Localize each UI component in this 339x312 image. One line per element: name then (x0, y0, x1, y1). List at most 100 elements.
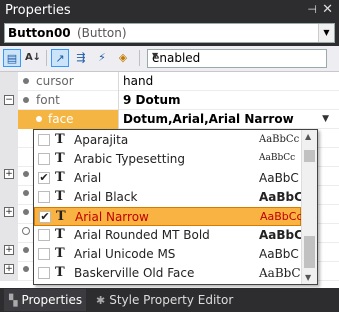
row-gutter (0, 129, 18, 148)
property-dot-icon (23, 97, 29, 103)
expand-icon[interactable]: + (4, 264, 14, 274)
font-sample: AaBbC (259, 190, 303, 204)
style-icon[interactable]: ◈ (114, 49, 132, 67)
checkbox[interactable] (38, 134, 50, 146)
toolbar-separator (46, 50, 47, 66)
font-list-item[interactable]: T Arial Black AaBbC (34, 188, 303, 207)
checkbox[interactable] (38, 267, 50, 279)
truetype-icon: T (55, 189, 65, 204)
checkbox[interactable]: ✔ (39, 211, 51, 223)
chevron-down-icon[interactable]: ▼ (322, 114, 329, 124)
lightning-icon[interactable]: ⚡ (93, 49, 111, 67)
checkbox[interactable] (38, 229, 50, 241)
font-list-item[interactable]: T Baskerville Old Face AaBbC (34, 264, 301, 283)
checkbox[interactable] (38, 248, 50, 260)
object-selector[interactable]: Button00 (Button) ▼ (4, 23, 335, 43)
properties-view-icon[interactable]: ↗ (51, 49, 69, 67)
property-dot-icon (36, 116, 42, 122)
expand-icon[interactable]: + (4, 169, 14, 179)
font-name: Baskerville Old Face (74, 266, 195, 280)
panel-titlebar: Properties ⊣ ✕ (0, 0, 339, 22)
property-marker: + (0, 260, 34, 279)
font-sample: AaBbC (259, 171, 299, 185)
font-name: Aparajita (74, 133, 129, 147)
truetype-icon: T (55, 132, 65, 147)
font-sample: AaBbCc (259, 134, 300, 145)
property-value[interactable]: Dotum,Arial,Arial Narrow (118, 110, 339, 129)
font-sample: AaBbCc (259, 153, 296, 163)
property-name: face (48, 112, 74, 126)
categorized-icon[interactable]: ▤ (3, 49, 21, 67)
vertical-scrollbar[interactable]: ▲ ▼ (301, 130, 317, 284)
expand-icon[interactable]: + (4, 245, 14, 255)
font-sample: AaBbC (259, 228, 303, 242)
property-name: cursor (36, 74, 74, 88)
object-name: Button00 (8, 26, 71, 40)
tab-label: Style Property Editor (109, 293, 234, 307)
property-marker (0, 184, 34, 203)
font-sample: AaBbC (259, 266, 301, 280)
pin-icon[interactable]: ⊣ (307, 3, 317, 16)
collapse-icon[interactable]: − (4, 95, 14, 105)
bottom-tab-strip: ▚ Properties ✱ Style Property Editor (0, 289, 339, 312)
property-dot-icon (23, 266, 29, 272)
property-dot-icon (23, 171, 29, 177)
truetype-icon: T (55, 265, 65, 280)
property-row-face[interactable]: face Dotum,Arial,Arial Narrow ▼ (0, 110, 339, 129)
hidden-property-markers: + + + + (0, 165, 34, 288)
property-dot-icon (23, 209, 29, 215)
scroll-thumb[interactable] (304, 236, 315, 268)
truetype-icon: T (55, 227, 65, 242)
object-type: (Button) (77, 26, 127, 40)
font-list-item[interactable]: T Arial Unicode MS AaBbC (34, 245, 301, 264)
scroll-down-icon[interactable]: ▼ (305, 273, 311, 282)
font-list-item[interactable]: T Arial Rounded MT Bold AaBbC (34, 226, 303, 245)
toolbar-separator (139, 50, 140, 66)
properties-toolbar: ▤ A↓ ↗ ⇶ ⚡ ◈ enabled ▼ (0, 46, 339, 72)
font-name: Arial (74, 171, 102, 185)
property-row-font[interactable]: − font 9 Dotum (0, 91, 339, 110)
property-marker: + (0, 203, 34, 222)
scroll-thumb[interactable] (304, 150, 315, 162)
chevron-down-icon[interactable]: ▼ (152, 51, 324, 60)
filter-dropdown[interactable]: enabled ▼ (147, 49, 327, 68)
property-dot-icon (23, 78, 29, 84)
close-icon[interactable]: ✕ (322, 2, 333, 17)
font-sample: AaBbCc (260, 210, 303, 223)
truetype-icon: T (56, 209, 66, 224)
font-name: Arial Unicode MS (74, 247, 176, 261)
font-sample: AaBbC (259, 247, 299, 261)
style-editor-icon: ✱ (96, 294, 106, 307)
tab-style-property-editor[interactable]: ✱ Style Property Editor (92, 289, 252, 311)
property-marker (0, 222, 34, 241)
property-name: font (36, 93, 60, 107)
font-name: Arial Rounded MT Bold (74, 228, 210, 242)
font-list-item-selected[interactable]: ✔ T Arial Narrow AaBbCc (34, 207, 303, 226)
property-row-cursor[interactable]: cursor hand (0, 72, 339, 91)
property-marker: + (0, 165, 34, 184)
property-value[interactable]: 9 Dotum (118, 91, 339, 110)
checkbox[interactable]: ✔ (38, 172, 50, 184)
alphabetical-icon[interactable]: A↓ (24, 49, 42, 67)
property-marker: + (0, 241, 34, 260)
checkbox[interactable] (38, 191, 50, 203)
panel-title: Properties (5, 3, 71, 18)
truetype-icon: T (55, 151, 65, 166)
property-dot-icon (23, 247, 29, 253)
expand-icon[interactable]: + (4, 207, 14, 217)
font-list-item[interactable]: T Arabic Typesetting AaBbCc (34, 150, 301, 169)
property-value[interactable]: hand (118, 72, 339, 91)
chevron-down-icon[interactable]: ▼ (318, 24, 334, 42)
events-view-icon[interactable]: ⇶ (72, 49, 90, 67)
font-face-dropdown[interactable]: T Aparajita AaBbCc T Arabic Typesetting … (33, 129, 318, 285)
checkbox[interactable] (38, 153, 50, 165)
tab-properties[interactable]: ▚ Properties (4, 289, 86, 311)
font-list-item[interactable]: T Aparajita AaBbCc (34, 131, 301, 150)
scroll-up-icon[interactable]: ▲ (305, 132, 311, 141)
font-name: Arial Narrow (75, 210, 149, 224)
font-name: Arial Black (74, 190, 138, 204)
row-gutter (0, 72, 18, 91)
truetype-icon: T (55, 170, 65, 185)
truetype-icon: T (55, 246, 65, 261)
font-list-item[interactable]: ✔ T Arial AaBbC (34, 169, 301, 188)
